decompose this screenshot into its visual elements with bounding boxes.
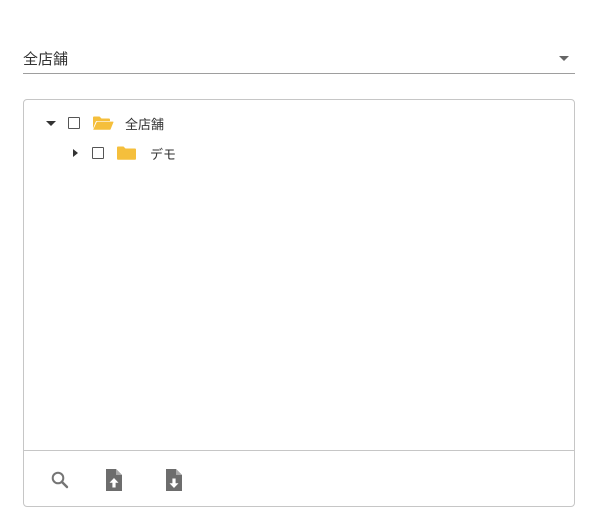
tree-node-checkbox[interactable] [92,147,104,159]
store-select-value: 全店舗 [23,50,69,68]
file-download-icon [166,469,182,491]
tree-node-toggle[interactable] [68,146,82,160]
search-icon [51,471,69,489]
tree-node-root[interactable]: 全店舗 [44,113,164,133]
download-button[interactable] [162,467,186,493]
tree-view: 全店舗 デモ [24,100,574,450]
search-button[interactable] [48,467,72,493]
tree-node-checkbox[interactable] [68,117,80,129]
tree-node-label[interactable]: デモ [150,144,176,163]
tree-node-label[interactable]: 全店舗 [125,114,164,133]
tree-toolbar [24,450,574,508]
file-upload-icon [106,469,122,491]
tree-node-child[interactable]: デモ [68,143,176,163]
caret-down-icon [46,120,56,126]
caret-down-icon [559,56,569,61]
store-select[interactable]: 全店舗 [23,44,575,74]
folder-open-icon [92,115,114,131]
store-tree-panel: 全店舗 デモ [23,99,575,507]
upload-button[interactable] [102,467,126,493]
caret-right-icon [72,149,78,157]
tree-node-toggle[interactable] [44,116,58,130]
folder-icon [116,145,138,161]
